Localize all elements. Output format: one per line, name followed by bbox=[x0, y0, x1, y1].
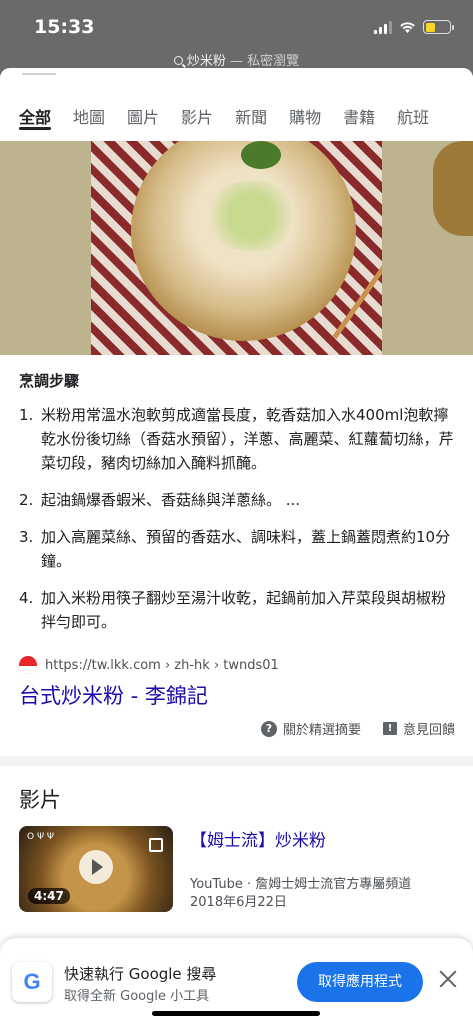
private-mode-label: — 私密瀏覽 bbox=[225, 54, 300, 69]
list-item: 1. 米粉用常溫水泡軟剪成適當長度，乾香菇加入水400ml泡軟擰乾水份後切絲（香… bbox=[19, 403, 455, 475]
expand-icon[interactable] bbox=[149, 838, 163, 852]
video-channel: YouTube · 詹姆士姆士流官方專屬頻道 bbox=[190, 877, 412, 892]
tab-all[interactable]: 全部 bbox=[19, 92, 52, 138]
tab-flights[interactable]: 航班 bbox=[397, 92, 429, 138]
step-number: 1. bbox=[19, 406, 34, 424]
step-number: 2. bbox=[19, 491, 34, 509]
search-box-edge bbox=[0, 68, 473, 82]
close-icon[interactable] bbox=[437, 968, 459, 990]
about-snippet-button[interactable]: ? 關於精選摘要 bbox=[260, 719, 361, 738]
snippet-title: 烹調步驟 bbox=[19, 372, 80, 390]
videos-heading: 影片 bbox=[19, 788, 61, 812]
about-snippet-label: 關於精選摘要 bbox=[282, 723, 361, 738]
video-title-link[interactable]: 【姆士流】炒米粉 bbox=[190, 826, 326, 851]
video-date: 2018年6月22日 bbox=[190, 895, 287, 910]
battery-icon bbox=[423, 20, 454, 34]
status-icons bbox=[374, 20, 454, 34]
list-item: 2. 起油鍋爆香蝦米、香菇絲與洋蔥絲。 ... bbox=[19, 488, 455, 512]
step-number: 3. bbox=[19, 528, 34, 546]
snippet-actions: ? 關於精選摘要 ! 意見回饋 bbox=[260, 719, 455, 738]
get-app-button[interactable]: 取得應用程式 bbox=[297, 962, 423, 1002]
step-text: 米粉用常溫水泡軟剪成適當長度，乾香菇加入水400ml泡軟擰乾水份後切絲（香菇水預… bbox=[41, 406, 454, 472]
home-indicator[interactable] bbox=[152, 1011, 320, 1016]
feedback-icon: ! bbox=[382, 722, 397, 735]
site-favicon-icon bbox=[19, 656, 37, 674]
tab-books[interactable]: 書籍 bbox=[343, 92, 375, 138]
list-item: 4. 加入米粉用筷子翻炒至湯汁收乾，起鍋前加入芹菜段與胡椒粉拌勻即可。 bbox=[19, 586, 455, 634]
search-icon bbox=[173, 56, 183, 65]
video-meta: YouTube · 詹姆士姆士流官方專屬頻道 2018年6月22日 bbox=[190, 876, 411, 912]
play-icon[interactable] bbox=[79, 850, 113, 884]
step-text: 加入米粉用筷子翻炒至湯汁收乾，起鍋前加入芹菜段與胡椒粉拌勻即可。 bbox=[41, 589, 447, 631]
tab-videos[interactable]: 影片 bbox=[181, 92, 213, 138]
tab-images[interactable]: 圖片 bbox=[127, 92, 159, 138]
feedback-label: 意見回饋 bbox=[402, 723, 455, 738]
help-icon: ? bbox=[260, 720, 277, 737]
fried-rice-noodles-photo bbox=[91, 141, 382, 355]
recipe-steps: 1. 米粉用常溫水泡軟剪成適當長度，乾香菇加入水400ml泡軟擰乾水份後切絲（香… bbox=[19, 403, 455, 647]
featured-image[interactable] bbox=[0, 141, 473, 355]
step-text: 加入高麗菜絲、預留的香菇水、調味料，蓋上鍋蓋悶煮約10分鐘。 bbox=[41, 528, 451, 570]
url-query: 炒米粉 bbox=[186, 54, 226, 69]
cellular-signal-icon bbox=[374, 20, 392, 34]
step-text: 起油鍋爆香蝦米、香菇絲與洋蔥絲。 ... bbox=[41, 491, 301, 509]
section-divider bbox=[0, 756, 473, 766]
tab-maps[interactable]: 地圖 bbox=[73, 92, 105, 138]
wifi-icon bbox=[400, 21, 415, 33]
url-bar[interactable]: 炒米粉 — 私密瀏覽 bbox=[0, 50, 473, 69]
source-url: https://tw.lkk.com › zh-hk › twnds01 bbox=[45, 657, 279, 673]
video-duration: 4:47 bbox=[28, 888, 70, 904]
status-time: 15:33 bbox=[34, 16, 95, 38]
result-title-link[interactable]: 台式炒米粉 - 李錦記 bbox=[19, 680, 208, 710]
google-logo-icon: G bbox=[12, 962, 52, 1002]
banner-title: 快速執行 Google 搜尋 bbox=[64, 965, 217, 983]
browser-header: 15:33 炒米粉 — 私密瀏覽 bbox=[0, 0, 473, 76]
feedback-button[interactable]: ! 意見回饋 bbox=[382, 719, 455, 738]
search-tabs: 全部 地圖 圖片 影片 新聞 購物 書籍 航班 bbox=[0, 92, 473, 138]
tab-news[interactable]: 新聞 bbox=[235, 92, 267, 138]
step-number: 4. bbox=[19, 589, 34, 607]
list-item: 3. 加入高麗菜絲、預留的香菇水、調味料，蓋上鍋蓋悶煮約10分鐘。 bbox=[19, 525, 455, 573]
thumbnail-label: Ο Ψ Ψ bbox=[27, 832, 54, 842]
source-url-row[interactable]: https://tw.lkk.com › zh-hk › twnds01 bbox=[19, 656, 279, 674]
tab-shopping[interactable]: 購物 bbox=[289, 92, 321, 138]
banner-subtitle: 取得全新 Google 小工具 bbox=[64, 989, 210, 1004]
video-thumbnail[interactable]: Ο Ψ Ψ 4:47 bbox=[19, 826, 173, 912]
